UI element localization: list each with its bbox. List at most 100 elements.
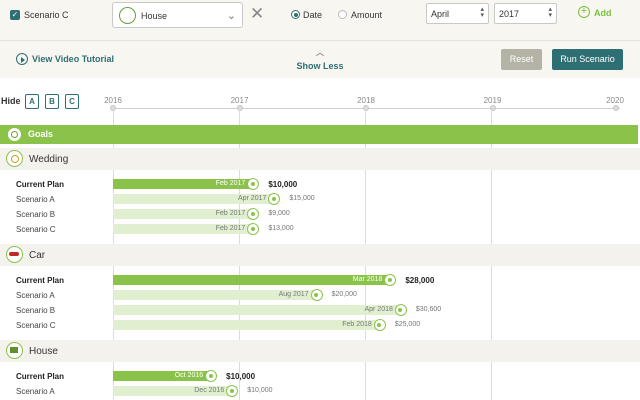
hide-scenario-a-button[interactable]: A <box>25 94 39 109</box>
plan-row-label: Current Plan <box>16 372 65 381</box>
house-icon <box>6 342 23 359</box>
goal-timeline-bar: Feb 2017 <box>113 178 260 190</box>
plan-row-label: Current Plan <box>16 276 65 285</box>
goals-banner: Goals <box>0 125 638 144</box>
goals-title: Goals <box>28 129 54 139</box>
add-button[interactable]: Add <box>594 8 612 18</box>
goal-date-label: Oct 2016 <box>174 372 204 379</box>
goal-amount: $10,000 <box>247 387 273 394</box>
date-radio-label: Date <box>303 10 323 20</box>
goal-timeline-bar: Feb 2017 <box>113 223 260 235</box>
goal-section-header[interactable]: Car <box>0 244 640 266</box>
goal-select[interactable]: House ⌄ <box>112 2 243 28</box>
amount-radio[interactable] <box>338 10 347 19</box>
goal-amount: $15,000 <box>289 195 315 202</box>
reset-button[interactable]: Reset <box>501 49 542 70</box>
control-row: View Video Tutorial ︿ Show Less Reset Ru… <box>0 40 640 78</box>
goal-marker-icon[interactable] <box>205 370 218 382</box>
goal-marker-icon[interactable] <box>247 208 260 220</box>
goal-timeline-bar: Apr 2018 <box>113 304 407 316</box>
timeline-year-label: 2020 <box>606 96 624 105</box>
year-select[interactable]: 2017 ▴ ▾ <box>494 3 557 24</box>
goal-date-label: Mar 2018 <box>352 276 383 283</box>
goal-marker-icon[interactable] <box>373 319 386 331</box>
plan-row-label: Scenario A <box>16 291 55 300</box>
goal-section-header[interactable]: Wedding <box>0 148 640 170</box>
hide-scenario-c-button[interactable]: C <box>65 94 79 109</box>
house-icon <box>119 7 136 24</box>
goal-timeline-bar: Apr 2017 <box>113 193 281 205</box>
goal-amount: $9,000 <box>268 210 290 217</box>
plan-row-label: Scenario B <box>16 210 56 219</box>
goal-amount: $10,000 <box>226 372 256 381</box>
goal-date-label: Apr 2017 <box>237 195 267 202</box>
hide-label: Hide <box>1 96 21 106</box>
amount-radio-label: Amount <box>351 10 383 20</box>
goal-marker-icon[interactable] <box>384 274 397 286</box>
add-icon[interactable]: + <box>578 6 590 18</box>
ring-icon <box>6 150 23 167</box>
goal-date-label: Feb 2017 <box>215 210 246 217</box>
goal-date-label: Apr 2018 <box>364 306 393 313</box>
scenario-bar: ✓ Scenario C House ⌄ ✕ Date Amount April… <box>0 0 640 40</box>
target-icon <box>8 128 21 141</box>
month-select-value: April <box>431 9 450 19</box>
goal-marker-icon[interactable] <box>226 385 239 397</box>
goal-timeline-bar: Feb 2017 <box>113 208 260 220</box>
goal-amount: $25,000 <box>394 321 421 328</box>
goal-marker-icon[interactable] <box>394 304 407 316</box>
goal-date-label: Aug 2017 <box>278 291 309 298</box>
run-scenario-button[interactable]: Run Scenario <box>552 49 623 70</box>
goal-section-header[interactable]: House <box>0 340 640 362</box>
goal-section-title: House <box>29 346 58 357</box>
select-arrows-icon: ▴ ▾ <box>548 6 552 19</box>
goal-amount: $10,000 <box>268 180 298 189</box>
month-select[interactable]: April ▴ ▾ <box>426 3 489 24</box>
year-select-value: 2017 <box>499 9 520 19</box>
remove-goal-button[interactable]: ✕ <box>250 5 264 23</box>
goal-date-label: Dec 2016 <box>194 387 225 394</box>
goal-timeline-bar: Feb 2018 <box>113 319 386 331</box>
hide-scenario-b-button[interactable]: B <box>45 94 59 109</box>
plan-row-label: Scenario A <box>16 195 55 204</box>
goal-select-value: House <box>141 11 168 21</box>
select-arrows-icon: ▴ ▾ <box>480 6 484 19</box>
show-less-toggle[interactable]: ︿ Show Less <box>290 48 350 72</box>
scenario-checkbox[interactable]: ✓ <box>10 10 20 20</box>
chevron-up-icon: ︿ <box>316 48 324 57</box>
plan-row-label: Scenario A <box>16 387 55 396</box>
goal-section-title: Wedding <box>29 154 69 165</box>
goal-timeline-bar: Mar 2018 <box>113 274 397 286</box>
goal-marker-icon[interactable] <box>310 289 323 301</box>
goal-date-label: Feb 2017 <box>215 180 246 187</box>
goal-section-title: Car <box>29 250 46 261</box>
timeline-year-label: 2018 <box>357 96 375 105</box>
goal-timeline-bar: Dec 2016 <box>113 385 239 397</box>
plan-row-label: Current Plan <box>16 180 65 189</box>
chevron-down-icon: ⌄ <box>226 10 236 22</box>
scenario-label: Scenario C <box>24 10 69 20</box>
car-icon <box>6 246 23 263</box>
goal-marker-icon[interactable] <box>268 193 281 205</box>
timeline-year-label: 2016 <box>104 96 122 105</box>
plan-row-label: Scenario C <box>16 225 56 234</box>
video-tutorial-link[interactable]: View Video Tutorial <box>32 54 114 64</box>
goal-timeline-bar: Aug 2017 <box>113 289 323 301</box>
date-radio[interactable] <box>291 10 300 19</box>
goal-timeline-bar: Oct 2016 <box>113 370 218 382</box>
goal-amount: $20,000 <box>331 291 357 298</box>
play-icon[interactable] <box>16 53 28 65</box>
plan-row-label: Scenario C <box>16 321 56 330</box>
goal-date-label: Feb 2017 <box>215 225 246 232</box>
timeline-year-label: 2017 <box>230 96 249 105</box>
goal-amount: $30,600 <box>415 306 442 313</box>
show-less-label: Show Less <box>296 61 344 71</box>
timeline-tick <box>363 105 369 111</box>
goal-marker-icon[interactable] <box>247 223 260 235</box>
plan-row-label: Scenario B <box>16 306 56 315</box>
goal-date-label: Feb 2018 <box>342 321 372 328</box>
timeline-tick <box>613 105 619 111</box>
timeline-year-label: 2019 <box>483 96 502 105</box>
goal-marker-icon[interactable] <box>247 178 260 190</box>
goal-amount: $13,000 <box>268 225 294 232</box>
